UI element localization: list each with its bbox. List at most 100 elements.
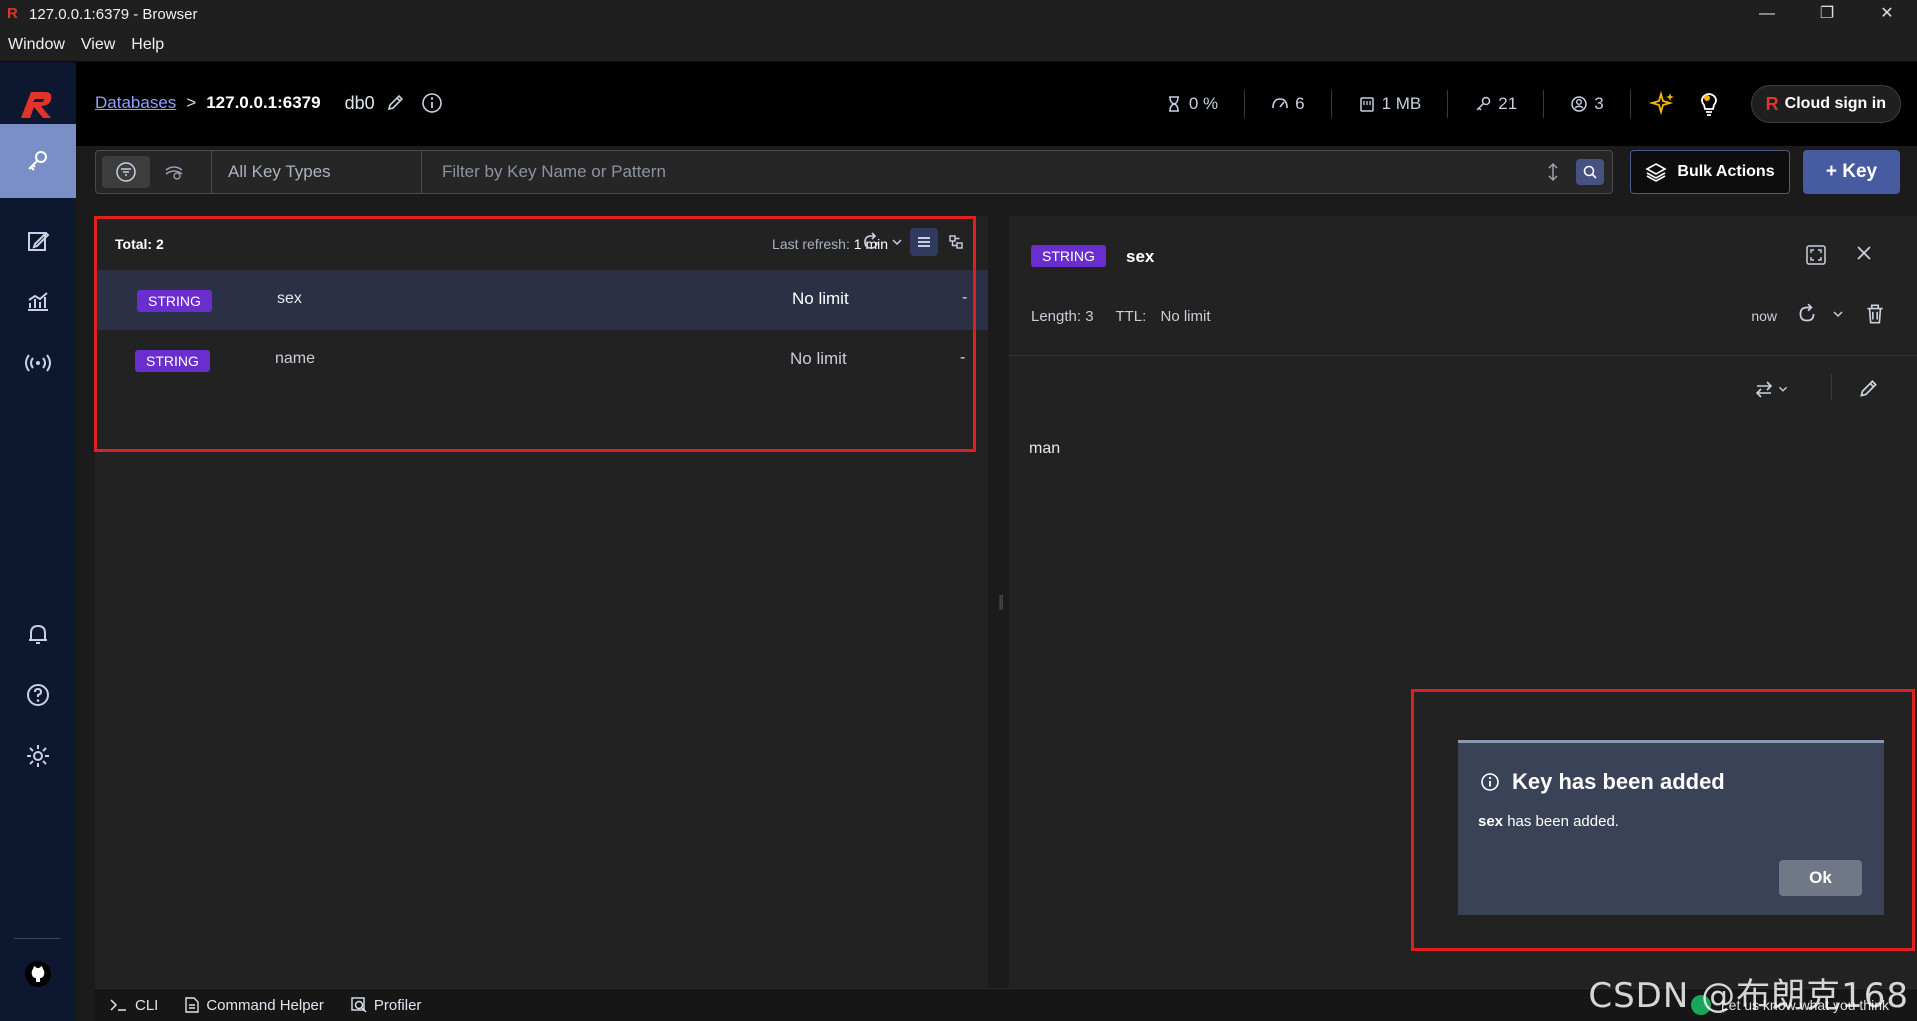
redis-logo-icon[interactable] [15, 84, 59, 126]
filter-circle-icon [116, 162, 136, 182]
command-helper-button[interactable]: Command Helper [184, 996, 324, 1014]
sidebar-item-github[interactable] [0, 946, 76, 1002]
ttl-value[interactable]: No limit [1160, 308, 1210, 325]
key-name: name [275, 350, 316, 367]
key-meta: Length: 3 TTL: No limit [1031, 308, 1229, 325]
keys-value: 21 [1498, 94, 1518, 113]
menu-window[interactable]: Window [0, 36, 73, 54]
database-stats: 0 % 6 1 MB 21 3 R Cloud sign in [1139, 85, 1917, 123]
user-circle-icon [1571, 96, 1587, 112]
window-title: 127.0.0.1:6379 - Browser [29, 5, 198, 23]
sidebar-item-pubsub[interactable] [0, 326, 76, 400]
vector-search-mode-button[interactable] [150, 156, 198, 188]
ops-value: 6 [1295, 94, 1305, 113]
key-type-select[interactable]: All Key Types [212, 151, 422, 193]
key-filter-input[interactable]: Filter by Key Name or Pattern [422, 151, 1612, 193]
cpu-stat: 0 % [1139, 90, 1246, 118]
hourglass-icon [1168, 96, 1179, 112]
memory-value: 1 MB [1381, 94, 1422, 113]
key-value[interactable]: man [1029, 440, 1060, 458]
key-size: - [962, 289, 968, 306]
fullscreen-icon[interactable] [1805, 244, 1827, 266]
add-key-button[interactable]: + Key [1803, 150, 1900, 194]
cli-label: CLI [135, 996, 159, 1014]
key-list-panel: Total: 2 Last refresh: 1 min STRING sex … [95, 216, 988, 988]
filter-toolbar: All Key Types Filter by Key Name or Patt… [95, 150, 1613, 194]
layers-search-icon [165, 166, 183, 180]
key-list-header: Total: 2 Last refresh: 1 min [95, 216, 988, 270]
value-format-select[interactable] [1753, 378, 1791, 400]
last-refreshed: now [1751, 308, 1777, 324]
refresh-icon[interactable] [860, 231, 882, 253]
filter-mode-button[interactable] [102, 156, 150, 188]
trash-icon[interactable] [1863, 302, 1887, 326]
memory-stat: 1 MB [1332, 90, 1449, 118]
tree-view-button[interactable] [942, 228, 970, 256]
pencil-icon[interactable] [385, 93, 405, 113]
toast-ok-button[interactable]: Ok [1779, 860, 1862, 896]
chevron-down-icon[interactable] [888, 233, 906, 251]
key-name: sex [277, 290, 302, 307]
sidebar-item-settings[interactable] [0, 719, 76, 793]
chevron-down-icon[interactable] [1829, 305, 1847, 323]
edit-value-icon[interactable] [1857, 378, 1879, 400]
layers-icon [1645, 163, 1668, 182]
menu-view[interactable]: View [73, 36, 123, 54]
info-icon[interactable] [421, 92, 443, 114]
window-controls: — ❐ ✕ [1737, 0, 1917, 28]
profiler-button[interactable]: Profiler [350, 996, 422, 1014]
key-icon [28, 151, 47, 171]
restore-button[interactable]: ❐ [1797, 0, 1857, 28]
total-keys: Total: 2 [115, 236, 164, 252]
bulk-actions-button[interactable]: Bulk Actions [1630, 150, 1790, 194]
close-icon[interactable] [1853, 242, 1875, 264]
sort-icon[interactable] [1546, 162, 1560, 182]
details-tools [1785, 302, 1887, 326]
cloud-sign-in-button[interactable]: R Cloud sign in [1750, 85, 1901, 123]
document-icon [185, 997, 200, 1013]
sidebar-item-browser[interactable] [0, 124, 76, 198]
panel-resize-handle[interactable]: ║ [997, 595, 1006, 611]
minimize-button[interactable]: — [1737, 0, 1797, 28]
broadcast-icon [25, 354, 51, 372]
cli-button[interactable]: CLI [109, 997, 158, 1014]
ops-stat: 6 [1245, 90, 1332, 118]
command-helper-label: Command Helper [206, 996, 324, 1014]
list-view-button[interactable] [910, 228, 938, 256]
lightbulb-icon[interactable] [1695, 90, 1723, 118]
edit-square-icon [28, 231, 50, 251]
menu-help[interactable]: Help [123, 36, 172, 54]
search-mode-switch [96, 151, 212, 193]
key-length: Length: 3 [1031, 308, 1094, 325]
watermark: CSDN @布朗克168 [1588, 976, 1909, 1016]
toast-message-text: has been added. [1503, 813, 1619, 830]
type-badge: STRING [135, 350, 210, 372]
toolbar-divider [1831, 374, 1832, 400]
search-button[interactable] [1576, 159, 1604, 185]
close-window-button[interactable]: ✕ [1857, 0, 1917, 28]
sparkles-icon[interactable] [1648, 90, 1677, 118]
speedometer-icon [1272, 98, 1288, 109]
key-row[interactable]: STRING sex No limit - [95, 270, 988, 330]
key-size: - [960, 349, 966, 366]
databases-link[interactable]: Databases [95, 93, 176, 113]
profiler-icon [351, 997, 367, 1013]
tree-icon [949, 235, 963, 249]
swap-icon [1755, 381, 1773, 398]
key-small-icon [1476, 96, 1491, 111]
profiler-label: Profiler [373, 996, 422, 1014]
toast-title-text: Key has been added [1512, 769, 1725, 794]
cloud-sign-in-label: Cloud sign in [1784, 95, 1886, 112]
key-row[interactable]: STRING name No limit - [95, 330, 988, 390]
ttl-label: TTL: [1115, 308, 1147, 325]
key-filter-placeholder: Filter by Key Name or Pattern [442, 162, 666, 181]
details-key-name[interactable]: sex [1126, 247, 1154, 267]
analytics-icon [28, 292, 48, 311]
sidebar [0, 62, 76, 1021]
chevron-down-icon [1778, 386, 1788, 392]
db-index: db0 [344, 92, 375, 113]
memory-icon [1359, 97, 1374, 112]
gear-icon [27, 745, 49, 767]
refresh-icon[interactable] [1795, 302, 1819, 326]
toast-title: Key has been added [1480, 769, 1725, 795]
